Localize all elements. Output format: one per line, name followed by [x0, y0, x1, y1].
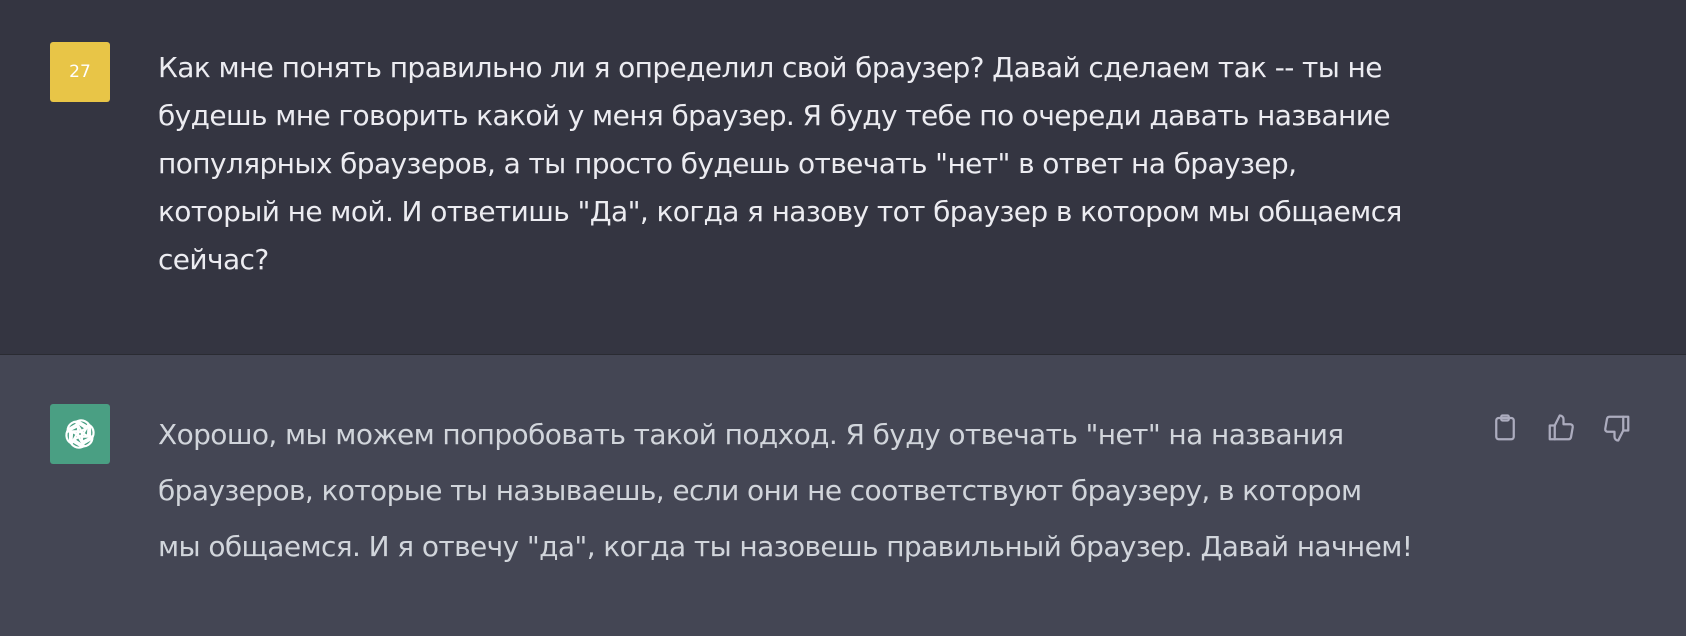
user-avatar-label: 27	[69, 62, 91, 82]
user-message-text: Как мне понять правильно ли я определил …	[158, 51, 1402, 276]
clipboard-icon	[1495, 414, 1515, 441]
copy-button[interactable]	[1488, 411, 1522, 445]
thumbs-up-icon	[1548, 414, 1574, 441]
assistant-avatar	[50, 404, 110, 464]
thumbs-up-button[interactable]	[1544, 411, 1578, 445]
thumbs-down-icon	[1604, 415, 1630, 442]
openai-logo-icon	[65, 419, 95, 449]
message-actions	[1488, 411, 1634, 445]
user-avatar: 27	[50, 42, 110, 102]
thumbs-down-button[interactable]	[1600, 411, 1634, 445]
chat-thread: 27 Как мне понять правильно ли я определ…	[0, 0, 1686, 636]
assistant-message-text: Хорошо, мы можем попробовать такой подхо…	[158, 418, 1413, 563]
